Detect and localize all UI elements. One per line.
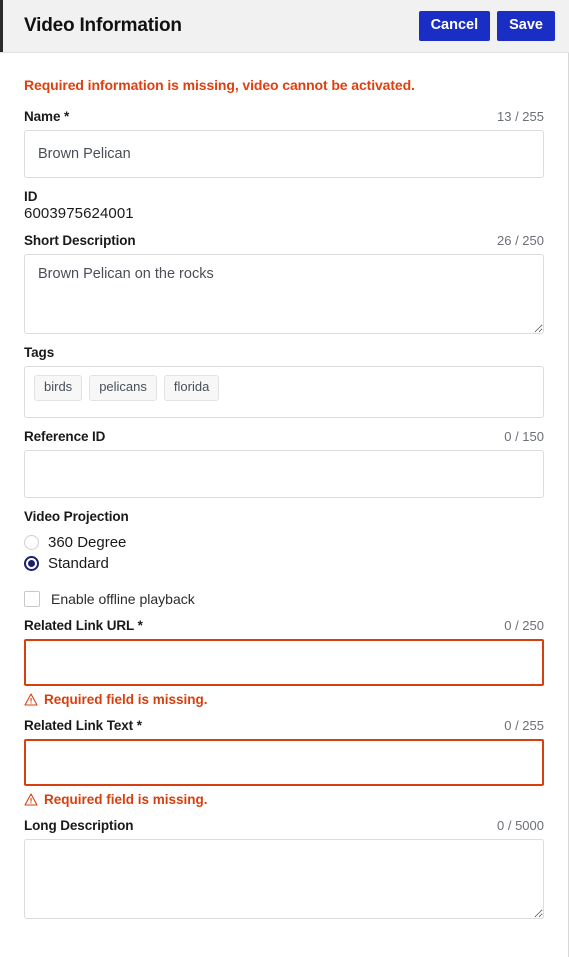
field-related-link-url: Related Link URL * 0 / 250 Required fiel… xyxy=(24,607,544,707)
related-link-text-error: Required field is missing. xyxy=(24,786,544,807)
field-short-description-counter: 26 / 250 xyxy=(497,233,544,248)
field-video-projection-head: Video Projection xyxy=(24,509,544,530)
warning-triangle-icon xyxy=(24,693,38,706)
radio-unselected-icon xyxy=(24,535,39,550)
radio-option-standard[interactable]: Standard xyxy=(24,553,544,574)
header-actions: Cancel Save xyxy=(418,11,555,41)
name-input[interactable] xyxy=(24,130,544,178)
tag-chip[interactable]: pelicans xyxy=(89,375,157,401)
field-id-label: ID xyxy=(24,189,38,204)
field-related-link-text-label: Related Link Text * xyxy=(24,718,142,733)
warning-triangle-icon xyxy=(24,793,38,806)
related-link-url-error: Required field is missing. xyxy=(24,686,544,707)
field-short-description-head: Short Description 26 / 250 xyxy=(24,233,544,254)
radio-option-360-degree[interactable]: 360 Degree xyxy=(24,532,544,553)
radio-option-standard-label: Standard xyxy=(48,555,109,572)
field-related-link-text-head: Related Link Text * 0 / 255 xyxy=(24,718,544,739)
field-short-description: Short Description 26 / 250 Brown Pelican… xyxy=(24,222,544,334)
related-link-url-error-text: Required field is missing. xyxy=(44,692,208,707)
dialog-header: Video Information Cancel Save xyxy=(0,0,569,53)
field-name: Name * 13 / 255 xyxy=(24,98,544,178)
related-link-url-input[interactable] xyxy=(24,639,544,686)
long-description-textarea[interactable] xyxy=(24,839,544,919)
field-related-link-text: Related Link Text * 0 / 255 Required fie… xyxy=(24,707,544,807)
tags-input-box[interactable]: birds pelicans florida xyxy=(24,366,544,418)
page-title: Video Information xyxy=(24,15,182,36)
field-reference-id-head: Reference ID 0 / 150 xyxy=(24,429,544,450)
field-short-description-label: Short Description xyxy=(24,233,136,248)
offline-playback-label: Enable offline playback xyxy=(51,591,195,607)
field-related-link-url-head: Related Link URL * 0 / 250 xyxy=(24,618,544,639)
field-related-link-url-counter: 0 / 250 xyxy=(504,618,544,633)
checkbox-unchecked-icon xyxy=(24,591,40,607)
related-link-text-error-text: Required field is missing. xyxy=(44,792,208,807)
radio-option-360-degree-label: 360 Degree xyxy=(48,534,127,551)
field-name-counter: 13 / 255 xyxy=(497,109,544,124)
field-tags-head: Tags xyxy=(24,345,544,366)
field-tags-label: Tags xyxy=(24,345,55,360)
field-tags: Tags birds pelicans florida xyxy=(24,334,544,418)
tag-chip[interactable]: florida xyxy=(163,375,220,401)
field-id-value: 6003975624001 xyxy=(24,205,134,222)
field-reference-id-label: Reference ID xyxy=(24,429,106,444)
tag-chip[interactable]: birds xyxy=(34,375,83,401)
field-id: ID 6003975624001 xyxy=(24,178,544,222)
reference-id-input[interactable] xyxy=(24,450,544,498)
field-long-description-head: Long Description 0 / 5000 xyxy=(24,818,544,839)
field-reference-id-counter: 0 / 150 xyxy=(504,429,544,444)
related-link-text-input[interactable] xyxy=(24,739,544,786)
offline-playback-checkbox-row[interactable]: Enable offline playback xyxy=(24,574,544,607)
video-information-form: Required information is missing, video c… xyxy=(0,53,569,957)
field-related-link-text-counter: 0 / 255 xyxy=(504,718,544,733)
short-description-textarea[interactable]: Brown Pelican on the rocks xyxy=(24,254,544,334)
field-long-description-counter: 0 / 5000 xyxy=(497,818,544,833)
field-video-projection: Video Projection 360 Degree Standard xyxy=(24,498,544,574)
video-projection-radio-group: 360 Degree Standard xyxy=(24,530,544,574)
header-left-rail xyxy=(0,0,3,52)
field-name-label: Name * xyxy=(24,109,70,124)
field-long-description: Long Description 0 / 5000 xyxy=(24,807,544,919)
field-reference-id: Reference ID 0 / 150 xyxy=(24,418,544,498)
radio-selected-icon xyxy=(24,556,39,571)
validation-alert-banner: Required information is missing, video c… xyxy=(24,77,415,93)
field-long-description-label: Long Description xyxy=(24,818,134,833)
field-video-projection-label: Video Projection xyxy=(24,509,129,524)
save-button[interactable]: Save xyxy=(497,11,555,41)
field-related-link-url-label: Related Link URL * xyxy=(24,618,143,633)
field-name-head: Name * 13 / 255 xyxy=(24,109,544,130)
cancel-button[interactable]: Cancel xyxy=(418,11,491,41)
